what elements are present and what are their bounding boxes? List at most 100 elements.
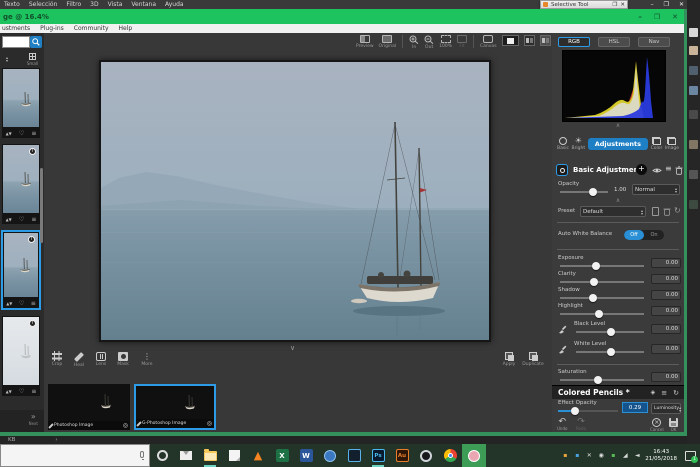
tray-volume-icon[interactable]: ◄	[633, 452, 641, 459]
menu-item-vista[interactable]: Vista	[108, 1, 123, 8]
awb-off[interactable]: Off	[624, 230, 644, 240]
close-icon[interactable]: ✕	[672, 13, 678, 21]
heart-icon[interactable]: ♡	[19, 130, 24, 137]
slider-knob[interactable]	[594, 376, 602, 384]
reset-icon[interactable]: ↻	[673, 389, 679, 397]
next-page-button[interactable]: » Next	[29, 413, 38, 426]
ps-panel-icon[interactable]	[689, 66, 698, 75]
notification-center-button[interactable]: 1	[685, 451, 696, 461]
zoom-100-button[interactable]: 100%	[439, 35, 452, 49]
maximize-icon[interactable]: ❐	[612, 2, 617, 8]
single-view-button[interactable]	[502, 35, 519, 46]
panel-menu-icon[interactable]: ≡	[665, 164, 672, 173]
slider-knob[interactable]	[595, 310, 603, 318]
maximize-icon[interactable]: ❐	[654, 13, 660, 21]
info-icon[interactable]: i	[29, 320, 36, 327]
slider-track[interactable]	[576, 331, 644, 333]
menu-item-help[interactable]: Help	[119, 25, 133, 32]
undo-button[interactable]: ↶ Undo	[557, 418, 567, 431]
taskbar-explorer-button[interactable]	[198, 444, 222, 467]
tab-hsl[interactable]: HSL	[598, 37, 630, 47]
canvas-button[interactable]: Canvas	[480, 35, 497, 49]
tray-icon[interactable]: ▪	[609, 452, 617, 459]
taskbar-active-app-button[interactable]	[462, 444, 486, 467]
menu-icon[interactable]: ≡	[31, 130, 36, 137]
rating-icon[interactable]: ▲▼	[6, 389, 12, 394]
thumbnail-size-button[interactable]: Small	[27, 53, 38, 66]
tab-bright[interactable]: ☀Bright	[571, 137, 585, 151]
menu-item-filtro[interactable]: Filtro	[66, 1, 81, 8]
taskbar-mail-button[interactable]	[174, 444, 198, 467]
taskbar-clock[interactable]: 16:43 21/05/2018	[645, 449, 677, 462]
ps-panel-icon[interactable]	[689, 46, 698, 55]
selective-tool-window[interactable]: Selective Tool ❐ ✕	[540, 0, 628, 9]
preset-dropdown[interactable]: Default ▴▾	[580, 206, 646, 217]
tab-basic[interactable]: Basic	[557, 137, 569, 151]
taskbar-app-circle-button[interactable]	[414, 444, 438, 467]
taskbar-notes-button[interactable]	[222, 444, 246, 467]
taskbar-cortana-button[interactable]	[150, 444, 174, 467]
menu-icon[interactable]: ≡	[31, 300, 36, 307]
heart-icon[interactable]: ♡	[19, 388, 24, 395]
slider-track[interactable]	[576, 351, 644, 353]
taskbar-adobe-app-button[interactable]	[342, 444, 366, 467]
menu-item-3d[interactable]: 3D	[90, 1, 98, 8]
lens-tool-button[interactable]: Lens	[92, 352, 110, 367]
browser-thumbnail-1[interactable]: ▲▼ ♡ ≡	[2, 68, 40, 138]
browser-thumbnail-2[interactable]: i ▲▼ ♡ ≡	[2, 144, 40, 224]
crop-tool-button[interactable]: Crop	[48, 352, 66, 367]
ps-panel-icon[interactable]	[689, 200, 698, 209]
search-button[interactable]	[30, 36, 42, 48]
info-icon[interactable]: i	[29, 148, 36, 155]
taskbar-audition-button[interactable]: Au	[390, 444, 414, 467]
effect-blend-dropdown[interactable]: Luminosity ▴▾	[651, 403, 681, 414]
slider-knob[interactable]	[607, 348, 615, 356]
slider-knob[interactable]	[590, 278, 598, 286]
preview-button[interactable]: Preview	[356, 35, 374, 49]
menu-item-ayuda[interactable]: Ayuda	[165, 1, 184, 8]
presets-icon[interactable]: ◈	[651, 389, 656, 397]
filmstrip-thumbnail-1[interactable]: Photoshop Image ◎	[48, 384, 130, 430]
browser-thumbnail-3-selected[interactable]: i ▲▼ ♡ ≡	[1, 230, 41, 310]
browser-thumbnail-4[interactable]: i ▲▼ ♡ ≡	[2, 316, 40, 396]
menu-item-adjustments[interactable]: ustments	[2, 25, 30, 32]
sidebar-scrollbar[interactable]	[40, 168, 43, 243]
collapse-chevron-up-icon[interactable]: ∧	[552, 123, 684, 129]
taskbar-vlc-button[interactable]: ▲	[246, 444, 270, 467]
zoom-out-button[interactable]: Out	[424, 35, 434, 50]
tab-adjustments-selected[interactable]: Adjustments	[588, 138, 648, 150]
menu-item-texto[interactable]: Texto	[4, 1, 20, 8]
awb-on[interactable]: On	[644, 230, 664, 240]
taskbar-defender-button[interactable]	[318, 444, 342, 467]
slider-track[interactable]	[560, 313, 644, 315]
delete-preset-icon[interactable]	[663, 207, 671, 216]
main-photo[interactable]	[99, 60, 491, 342]
adjustment-target-icon[interactable]	[556, 164, 568, 176]
heal-tool-button[interactable]: Heal	[70, 352, 88, 368]
split-view-button-2[interactable]	[540, 35, 551, 46]
redo-button[interactable]: ↷ Redo	[576, 418, 586, 431]
zoom-in-button[interactable]: In	[409, 35, 419, 50]
original-button[interactable]: Original	[379, 35, 397, 49]
tray-icon[interactable]: ▪	[573, 452, 581, 459]
effect-panel-header[interactable]: Colored Pencils * ◈ ≡ ↻	[552, 385, 684, 399]
fit-button[interactable]: Fit	[457, 35, 467, 49]
menu-item-plugins[interactable]: Plug-ins	[40, 25, 64, 32]
tray-eye-icon[interactable]: ◉	[597, 452, 605, 459]
taskbar-search-input[interactable]	[0, 444, 150, 467]
eyedropper-icon[interactable]	[558, 325, 567, 334]
tray-close-icon[interactable]: ✕	[585, 452, 593, 459]
ps-panel-icon[interactable]	[689, 110, 698, 119]
panel-menu-icon[interactable]: ≡	[661, 389, 667, 397]
opacity-slider[interactable]	[560, 191, 608, 193]
maximize-icon[interactable]: ❐	[664, 1, 669, 8]
ps-panel-icon[interactable]	[689, 86, 698, 95]
info-icon[interactable]: i	[28, 236, 35, 243]
microphone-icon[interactable]	[140, 451, 144, 458]
target-icon[interactable]: ◎	[123, 422, 128, 429]
menu-item-seleccion[interactable]: Selección	[29, 1, 58, 8]
sort-dropdown-stepper[interactable]: ▴▾	[6, 56, 8, 62]
split-view-button-1[interactable]	[524, 35, 535, 46]
taskbar-photoshop-button[interactable]: Ps	[366, 444, 390, 467]
reset-icon[interactable]: ↻	[674, 206, 681, 215]
